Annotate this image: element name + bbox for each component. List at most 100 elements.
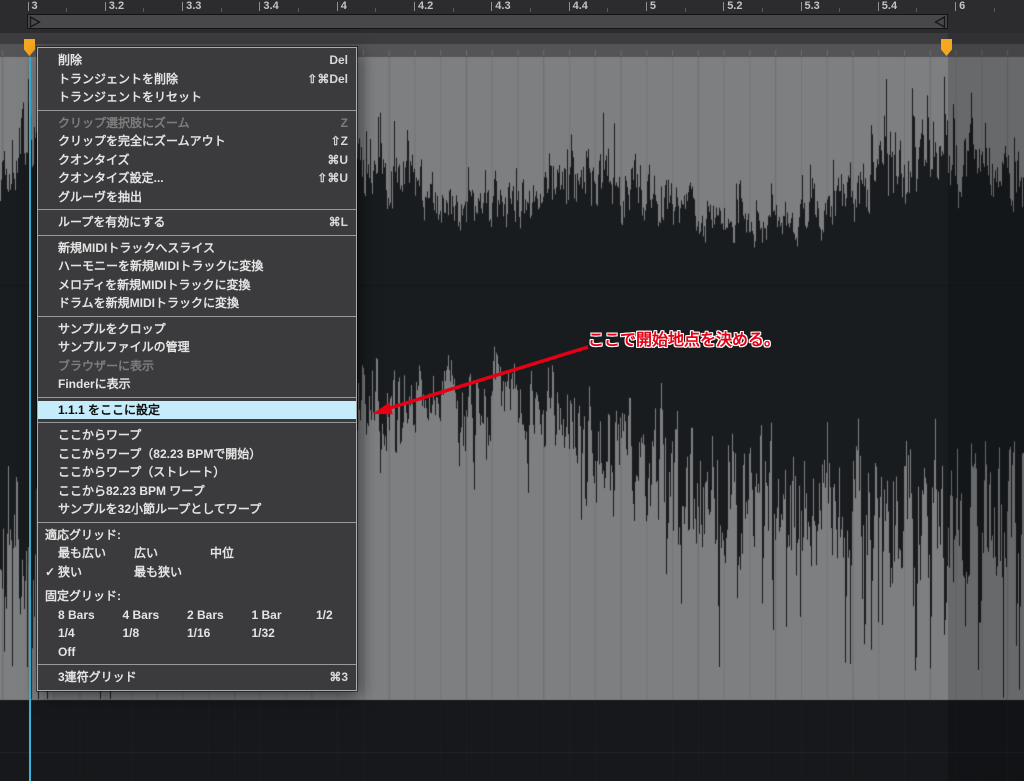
menu-item[interactable]: トランジェントをリセット <box>38 88 356 107</box>
menu-grid-option[interactable]: 8 Bars <box>58 608 123 623</box>
ruler-tick <box>182 2 183 11</box>
menu-item-label: クリップを完全にズームアウト <box>58 134 226 149</box>
loop-start-triangle-icon <box>29 16 41 28</box>
menu-grid-row: 最も広い 広い中位 <box>38 544 356 563</box>
menu-item[interactable]: サンプルをクロップ <box>38 320 356 339</box>
menu-item-label: クオンタイズ <box>58 153 130 168</box>
menu-grid-option-label: 1/4 <box>58 626 75 640</box>
menu-item[interactable]: ループを有効にする⌘L <box>38 213 356 232</box>
ruler-minor-tick <box>298 8 299 12</box>
menu-grid-option[interactable]: 2 Bars <box>187 608 252 623</box>
menu-grid-row: 1/4 1/8 1/16 1/32 <box>38 624 356 643</box>
clip-start-marker-line[interactable] <box>29 57 31 781</box>
menu-item-shortcut: Z <box>341 116 348 131</box>
menu-grid-option[interactable]: 広い <box>134 546 210 561</box>
loop-end-triangle-icon <box>934 16 946 28</box>
ruler-label: 5 <box>650 0 656 13</box>
ruler-label: 4.4 <box>573 0 588 13</box>
menu-grid-option[interactable]: 1/4 <box>58 626 123 641</box>
menu-item[interactable]: ここからワープ（82.23 BPMで開始） <box>38 445 356 464</box>
menu-section: サンプルをクロップサンプルファイルの管理ブラウザーに表示Finderに表示 <box>38 316 356 397</box>
loop-brace[interactable] <box>27 14 948 29</box>
menu-item[interactable]: クオンタイズ ⌘U <box>38 151 356 170</box>
menu-grid-option[interactable]: 1/32 <box>252 626 317 641</box>
ruler-label: 3.2 <box>109 0 124 13</box>
ruler-minor-tick <box>994 8 995 12</box>
menu-grid-option-label: 1 Bar <box>252 608 282 622</box>
menu-grid-option-label: 1/2 <box>316 608 333 622</box>
menu-item[interactable]: ドラムを新規MIDIトラックに変換 <box>38 294 356 313</box>
ruler-minor-tick <box>66 8 67 12</box>
menu-item[interactable]: サンプルファイルの管理 <box>38 338 356 357</box>
menu-grid-option[interactable]: 最も狭い <box>134 565 210 580</box>
menu-item-label: ここから82.23 BPM ワープ <box>58 484 205 499</box>
ruler-tick <box>414 2 415 11</box>
menu-item[interactable]: クリップを完全にズームアウト ⇧Z <box>38 132 356 151</box>
menu-grid-option-label: 最も広い <box>58 546 106 560</box>
ruler-label: 5.4 <box>882 0 897 13</box>
menu-item[interactable]: 3連符グリッド⌘3 <box>38 668 356 687</box>
ruler-minor-tick <box>221 8 222 12</box>
menu-item[interactable]: ハーモニーを新規MIDIトラックに変換 <box>38 257 356 276</box>
menu-item[interactable]: ここからワープ（ストレート） <box>38 463 356 482</box>
checkmark-icon: ✓ <box>45 565 55 580</box>
menu-item[interactable]: トランジェントを削除 ⇧⌘Del <box>38 70 356 89</box>
menu-section: ループを有効にする⌘L <box>38 209 356 235</box>
menu-item: クリップ選択肢にズームZ <box>38 114 356 133</box>
menu-grid-option-label: 1/16 <box>187 626 210 640</box>
ruler-tick <box>955 2 956 11</box>
menu-grid-option[interactable]: Off <box>58 645 123 660</box>
menu-grid-option-label: 狭い <box>58 565 82 579</box>
menu-item-label: トランジェントを削除 <box>58 72 178 87</box>
ruler-label: 5.3 <box>805 0 820 13</box>
ruler-minor-tick <box>916 8 917 12</box>
ruler-tick <box>259 2 260 11</box>
annotation-text: ここで開始地点を決める。 <box>588 326 780 350</box>
menu-grid-option[interactable]: 1 Bar <box>252 608 317 623</box>
ruler-tick <box>491 2 492 11</box>
menu-grid-option[interactable]: 1/2 <box>316 608 381 623</box>
menu-grid-option[interactable]: 1/8 <box>123 626 188 641</box>
menu-item[interactable]: クオンタイズ設定...⇧⌘U <box>38 169 356 188</box>
menu-grid-option-label: 1/8 <box>123 626 140 640</box>
menu-item-shortcut: ⌘U <box>327 153 348 168</box>
ruler-minor-tick <box>453 8 454 12</box>
menu-heading: 固定グリッド: <box>38 587 356 606</box>
ruler-tick <box>105 2 106 11</box>
menu-item[interactable]: 削除Del <box>38 51 356 70</box>
menu-grid-option[interactable]: 1/16 <box>187 626 252 641</box>
menu-item[interactable]: ここからワープ <box>38 426 356 445</box>
menu-item-label: グルーヴを抽出 <box>58 190 142 205</box>
menu-item[interactable]: ここから82.23 BPM ワープ <box>38 482 356 501</box>
menu-item[interactable]: 1.1.1 をここに設定 <box>38 401 356 420</box>
ruler-tick <box>723 2 724 11</box>
menu-grid-row: 8 Bars4 Bars 2 Bars 1 Bar 1/2 <box>38 606 356 625</box>
ruler-label: 5.2 <box>727 0 742 13</box>
ruler-label: 3.4 <box>263 0 278 13</box>
menu-item-label: ここからワープ（82.23 BPMで開始） <box>58 447 261 462</box>
menu-item-shortcut: ⇧Z <box>331 134 348 149</box>
menu-item[interactable]: グルーヴを抽出 <box>38 188 356 207</box>
menu-item-shortcut: Del <box>329 53 348 68</box>
menu-item[interactable]: メロディを新規MIDIトラックに変換 <box>38 276 356 295</box>
menu-grid-option-label: 2 Bars <box>187 608 224 622</box>
menu-grid-option[interactable]: 中位 <box>210 546 286 561</box>
menu-item-label: メロディを新規MIDIトラックに変換 <box>58 278 251 293</box>
menu-grid-option[interactable]: 4 Bars <box>123 608 188 623</box>
menu-grid-option-label: 4 Bars <box>123 608 160 622</box>
menu-item[interactable]: 新規MIDIトラックへスライス <box>38 239 356 258</box>
ruler-tick <box>28 2 29 11</box>
ruler-label: 4.3 <box>495 0 510 13</box>
menu-grid-option[interactable]: ✓狭い <box>58 565 134 580</box>
menu-item[interactable]: Finderに表示 <box>38 375 356 394</box>
ruler-label: 3.3 <box>186 0 201 13</box>
ruler-minor-tick <box>530 8 531 12</box>
menu-item-shortcut: ⇧⌘Del <box>307 72 348 87</box>
menu-grid-row: ✓狭い最も狭い <box>38 563 356 582</box>
menu-item-label: 1.1.1 をここに設定 <box>58 403 160 418</box>
beat-time-ruler[interactable]: 33.23.33.444.24.34.455.25.35.46 <box>0 0 1024 33</box>
menu-item-label: ブラウザーに表示 <box>58 359 154 374</box>
menu-grid-option[interactable]: 最も広い <box>58 546 134 561</box>
menu-item-label: 3連符グリッド <box>58 670 137 685</box>
menu-item[interactable]: サンプルを32小節ループとしてワープ <box>38 500 356 519</box>
